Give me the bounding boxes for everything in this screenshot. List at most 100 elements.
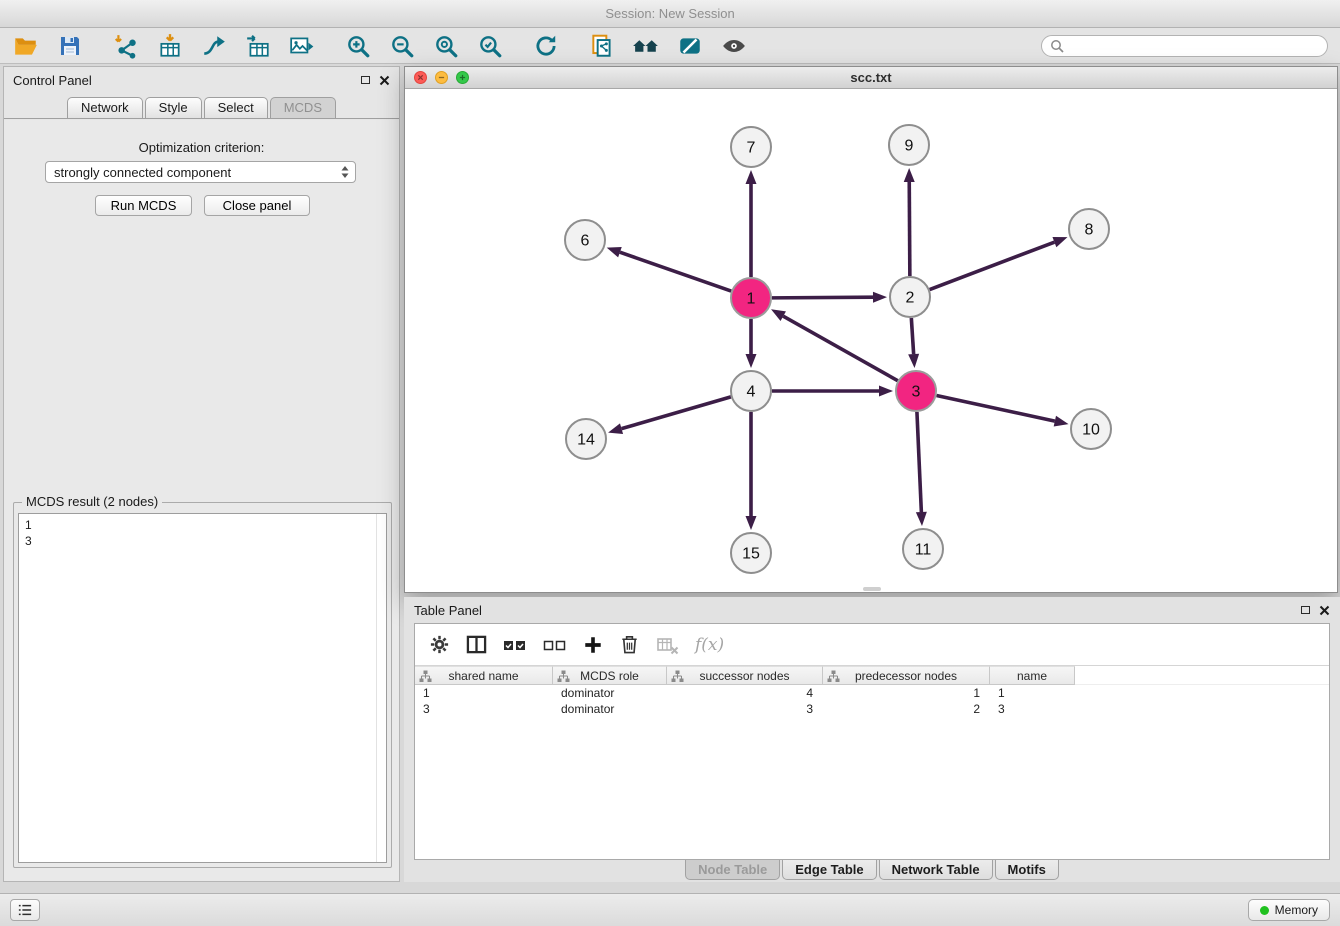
column-type-icon [557, 670, 570, 683]
tab-style[interactable]: Style [145, 97, 202, 118]
graph-node-2[interactable]: 2 [890, 277, 930, 317]
table-row[interactable]: 1 dominator 4 1 1 [415, 685, 1329, 701]
graph-node-6[interactable]: 6 [565, 220, 605, 260]
optimization-criterion-select[interactable]: strongly connected component [45, 161, 356, 183]
window-minimize-button[interactable] [435, 71, 448, 84]
run-mcds-button[interactable]: Run MCDS [95, 195, 192, 216]
toolbar-search[interactable] [1041, 35, 1328, 57]
delete-rows-button[interactable] [619, 634, 640, 655]
new-table-button[interactable] [244, 32, 272, 60]
close-table-panel-icon[interactable] [1319, 605, 1330, 616]
graph-node-10[interactable]: 10 [1071, 409, 1111, 449]
edge-arrowhead-icon [746, 170, 757, 184]
show-panels-button[interactable] [10, 899, 40, 921]
graph-node-label: 9 [905, 138, 914, 155]
mcds-result-line: 1 [25, 517, 380, 533]
graph-edge-3-11[interactable] [917, 412, 921, 512]
graph-node-label: 14 [577, 432, 595, 449]
checked-boxes-icon [503, 637, 527, 653]
result-scrollbar-track[interactable] [376, 514, 377, 862]
zoom-selected-button[interactable] [476, 32, 504, 60]
network-canvas[interactable]: 7 9 6 8 1 2 4 3 14 10 15 11 [405, 89, 1337, 592]
column-header-successor-nodes[interactable]: successor nodes [667, 666, 823, 685]
mcds-result-title: MCDS result (2 nodes) [22, 494, 162, 509]
trash-icon [619, 634, 640, 655]
table-panel: Table Panel [404, 597, 1340, 882]
column-header-mcds-role[interactable]: MCDS role [553, 666, 667, 685]
tab-mcds[interactable]: MCDS [270, 97, 336, 118]
graph-edge-4-14[interactable] [622, 397, 731, 429]
graph-node-4[interactable]: 4 [731, 371, 771, 411]
graph-edge-2-9[interactable] [909, 182, 910, 276]
graph-edge-2-8[interactable] [930, 242, 1055, 289]
export-image-button[interactable] [288, 32, 316, 60]
column-header-name[interactable]: name [990, 666, 1075, 685]
refresh-view-button[interactable] [532, 32, 560, 60]
graph-node-9[interactable]: 9 [889, 125, 929, 165]
graph-node-1[interactable]: 1 [731, 278, 771, 318]
tab-edge-table[interactable]: Edge Table [782, 860, 876, 880]
save-session-button[interactable] [56, 32, 84, 60]
mcds-result-line: 3 [25, 533, 380, 549]
minimize-icon [438, 74, 445, 81]
search-input[interactable] [1069, 39, 1319, 53]
graph-edge-3-10[interactable] [937, 395, 1055, 421]
float-table-panel-icon[interactable] [1301, 606, 1310, 614]
graph-node-11[interactable]: 11 [903, 529, 943, 569]
graph-node-15[interactable]: 15 [731, 533, 771, 573]
column-header-shared-name[interactable]: shared name [415, 666, 553, 685]
home-layout-button[interactable] [632, 32, 660, 60]
new-network-button[interactable] [200, 32, 228, 60]
horizontal-scrollbar-thumb[interactable] [863, 587, 881, 591]
import-table-icon [157, 33, 183, 59]
graph-node-14[interactable]: 14 [566, 419, 606, 459]
edge-arrowhead-icon [746, 516, 757, 530]
tab-network[interactable]: Network [67, 97, 143, 118]
tab-motifs[interactable]: Motifs [995, 860, 1059, 880]
table-row[interactable]: 3 dominator 3 2 3 [415, 701, 1329, 717]
show-hide-graphics-button[interactable] [720, 32, 748, 60]
edge-arrowhead-icon [908, 354, 919, 368]
close-panel-icon[interactable] [379, 75, 390, 86]
list-icon [17, 903, 33, 917]
copy-style-button[interactable] [588, 32, 616, 60]
open-session-button[interactable] [12, 32, 40, 60]
column-header-predecessor-nodes[interactable]: predecessor nodes [823, 666, 990, 685]
delete-column-button[interactable] [656, 634, 679, 656]
graph-node-8[interactable]: 8 [1069, 209, 1109, 249]
deselect-all-button[interactable] [543, 637, 567, 653]
graph-edge-3-1[interactable] [783, 316, 897, 381]
function-builder-button[interactable]: f(x) [695, 635, 724, 655]
criterion-selected-value: strongly connected component [54, 165, 231, 180]
zoom-out-button[interactable] [388, 32, 416, 60]
mcds-result-list[interactable]: 1 3 [18, 513, 387, 863]
float-panel-icon[interactable] [361, 76, 370, 84]
graph-node-3[interactable]: 3 [896, 371, 936, 411]
tab-node-table[interactable]: Node Table [685, 860, 780, 880]
table-panel-title: Table Panel [414, 603, 482, 618]
zoom-fit-button[interactable] [432, 32, 460, 60]
close-panel-button[interactable]: Close panel [204, 195, 310, 216]
tab-network-table[interactable]: Network Table [879, 860, 993, 880]
graph-edge-1-2[interactable] [772, 297, 873, 298]
table-toolbar: f(x) [415, 624, 1329, 666]
add-column-button[interactable] [583, 635, 603, 655]
network-window-titlebar[interactable]: scc.txt [405, 67, 1337, 89]
window-close-button[interactable] [414, 71, 427, 84]
floppy-disk-icon [58, 34, 82, 58]
graph-node-7[interactable]: 7 [731, 127, 771, 167]
table-settings-button[interactable] [429, 634, 450, 655]
memory-button[interactable]: Memory [1248, 899, 1330, 921]
edge-arrowhead-icon [873, 292, 887, 303]
select-all-button[interactable] [503, 637, 527, 653]
import-table-button[interactable] [156, 32, 184, 60]
column-type-icon [827, 670, 840, 683]
apply-style-button[interactable] [676, 32, 704, 60]
graph-edge-2-3[interactable] [911, 318, 913, 354]
tab-select[interactable]: Select [204, 97, 268, 118]
show-columns-button[interactable] [466, 634, 487, 655]
graph-edge-1-6[interactable] [620, 252, 731, 291]
zoom-in-button[interactable] [344, 32, 372, 60]
window-zoom-button[interactable] [456, 71, 469, 84]
import-network-button[interactable] [112, 32, 140, 60]
